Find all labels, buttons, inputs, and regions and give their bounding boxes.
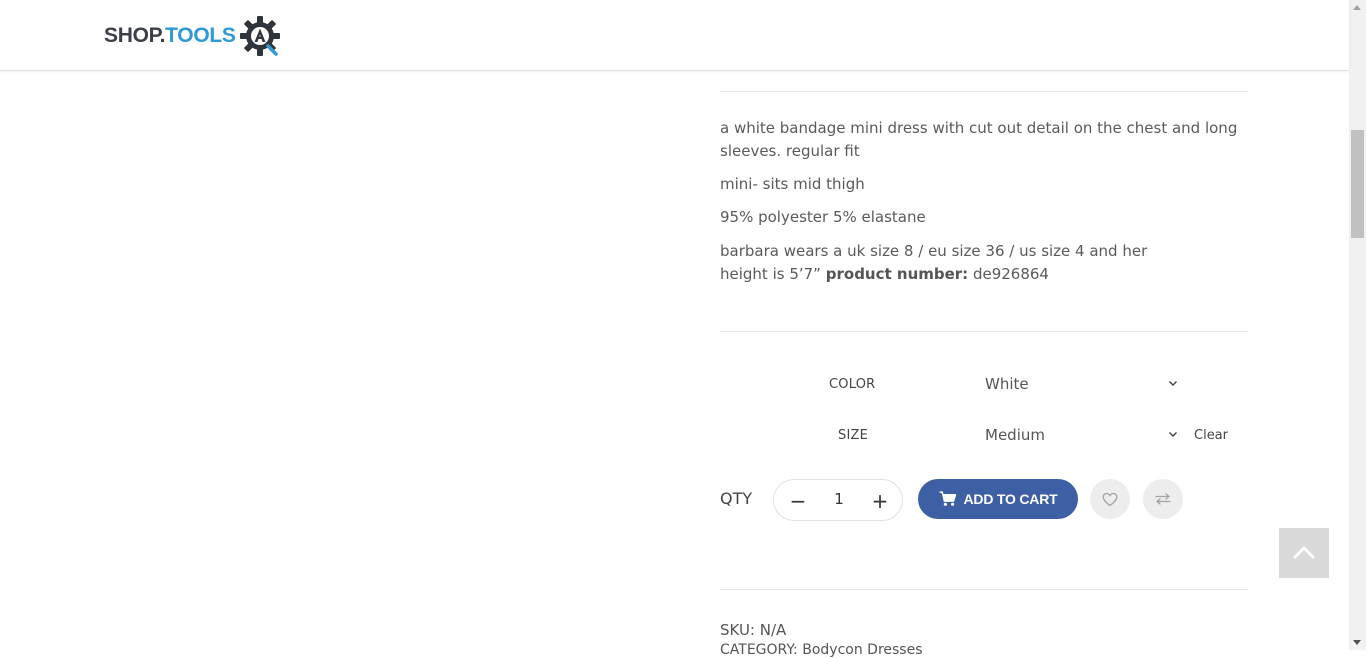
- divider: [720, 91, 1248, 92]
- heart-icon: [1102, 492, 1118, 506]
- gear-a-logo-icon: [239, 16, 280, 56]
- chevron-up-icon: [1292, 545, 1316, 560]
- compare-button[interactable]: [1143, 479, 1183, 519]
- scroll-down-arrow[interactable]: [1353, 640, 1361, 645]
- qty-input[interactable]: 1: [814, 490, 864, 508]
- description-line: mini- sits mid thigh: [720, 175, 865, 193]
- scroll-up-arrow[interactable]: [1353, 5, 1361, 10]
- logo-text-shop: SHOP.: [104, 24, 166, 47]
- back-to-top-button[interactable]: [1279, 528, 1329, 578]
- category-label: CATEGORY:: [720, 642, 798, 658]
- quantity-stepper: − 1 +: [773, 479, 903, 521]
- description-line: a white bandage mini dress with cut out …: [720, 119, 1238, 160]
- divider: [720, 331, 1248, 332]
- description-line: 95% polyester 5% elastane: [720, 208, 926, 226]
- add-to-cart-label: ADD TO CART: [963, 491, 1058, 507]
- clear-variations-link[interactable]: Clear: [1194, 428, 1228, 443]
- add-to-cart-button[interactable]: ADD TO CART: [918, 479, 1078, 519]
- site-logo[interactable]: SHOP.TOOLS: [104, 14, 282, 58]
- color-select[interactable]: White: [976, 367, 1186, 401]
- logo-text-tools: TOOLS: [165, 24, 236, 47]
- product-number-label: product number:: [825, 264, 969, 283]
- sku-value: N/A: [759, 621, 787, 639]
- product-number-value: de926864: [972, 264, 1049, 283]
- sku-label: SKU:: [720, 621, 755, 639]
- category-link[interactable]: Bodycon Dresses: [802, 642, 922, 658]
- qty-label: QTY: [720, 489, 753, 508]
- chevron-down-icon: [1169, 381, 1177, 386]
- qty-increase-button[interactable]: +: [868, 489, 892, 513]
- color-label: COLOR: [829, 377, 876, 392]
- size-select[interactable]: Medium: [976, 418, 1186, 452]
- wishlist-button[interactable]: [1090, 479, 1130, 519]
- site-header: SHOP.TOOLS: [0, 0, 1349, 71]
- chevron-down-icon: [1169, 432, 1177, 437]
- qty-decrease-button[interactable]: −: [786, 489, 810, 513]
- page-scrollbar[interactable]: [1349, 0, 1366, 650]
- description-line: barbara wears a uk size 8 / eu size 36 /…: [720, 240, 1170, 285]
- cart-icon: [939, 491, 956, 506]
- size-selected-value: Medium: [985, 426, 1045, 444]
- divider: [720, 589, 1248, 590]
- category-row: CATEGORY: Bodycon Dresses: [720, 642, 923, 658]
- size-label: SIZE: [838, 428, 869, 443]
- sku-row: SKU: N/A: [720, 621, 786, 639]
- scrollbar-thumb[interactable]: [1351, 130, 1364, 238]
- color-selected-value: White: [985, 375, 1029, 393]
- compare-arrows-icon: [1155, 493, 1171, 505]
- logo-text: SHOP.TOOLS: [104, 24, 236, 48]
